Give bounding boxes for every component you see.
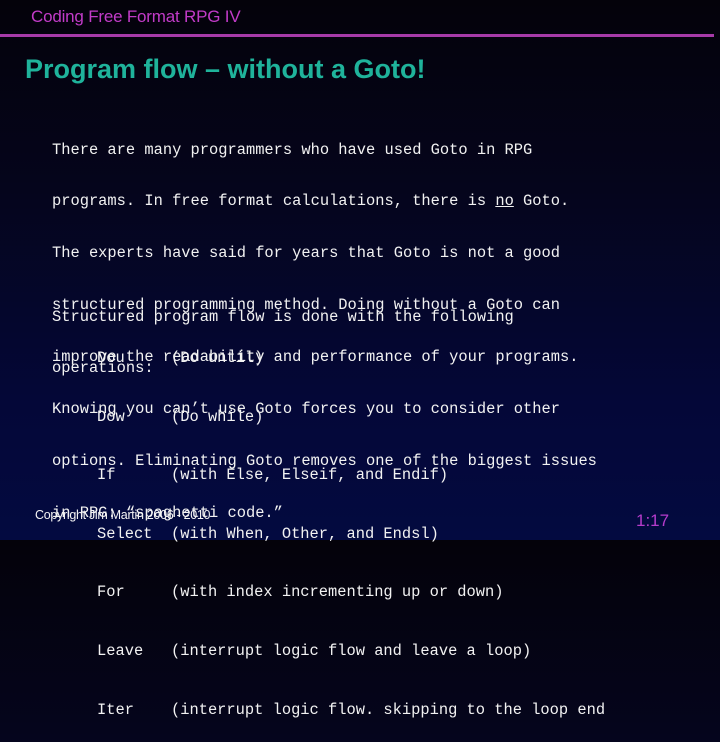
- operation-description: (interrupt logic flow. skipping to the l…: [171, 700, 606, 719]
- paragraph-line: The experts have said for years that Got…: [52, 244, 560, 263]
- operation-item: Dou (Do until): [97, 349, 605, 373]
- slide-title: Program flow – without a Goto!: [25, 54, 426, 84]
- operation-item: If (with Else, Elseif, and Endif): [97, 466, 605, 490]
- paragraph-line: programs. In free format calculations, t…: [52, 193, 597, 210]
- operation-item: Leave (interrupt logic flow and leave a l…: [97, 641, 605, 666]
- header-divider: [0, 34, 714, 37]
- emphasis-word: no: [495, 192, 514, 211]
- operation-description: (with When, Other, and Endsl): [171, 524, 439, 543]
- operation-item: Select (with When, Other, and Endsl): [97, 524, 605, 549]
- operation-keyword: If: [97, 466, 116, 485]
- operation-keyword: For: [97, 583, 125, 602]
- operation-item: For (with index incrementing up or down): [97, 584, 605, 607]
- paragraph-line-text: programs. In free format calculations, t…: [52, 192, 496, 211]
- operation-description: (interrupt logic flow and leave a loop): [171, 641, 532, 660]
- operation-item: Dow (Do while): [97, 407, 605, 432]
- paragraph-line: There are many programmers who have used…: [52, 140, 533, 159]
- operation-description: (Do until): [171, 349, 264, 367]
- operation-keyword: Iter: [97, 700, 134, 719]
- copyright-notice: Copyright Jim Martin 2006 - 2010: [35, 508, 211, 522]
- paragraph-line-tail: Goto.: [513, 192, 570, 211]
- operation-keyword: Select: [97, 524, 153, 543]
- operation-description: (Do while): [171, 407, 264, 426]
- operation-keyword: Dou: [97, 349, 125, 367]
- operation-keyword: Dow: [97, 407, 125, 426]
- header-title: Coding Free Format RPG IV: [31, 7, 241, 26]
- operation-item: Iter (interrupt logic flow. skipping to t…: [97, 700, 606, 725]
- operations-list: Dou (Do until) Dow (Do while) If (with Else…: [97, 314, 605, 742]
- operation-description: (with index incrementing up or down): [171, 583, 504, 602]
- operation-keyword: Leave: [97, 641, 144, 660]
- operation-description: (with Else, Elseif, and Endif): [171, 466, 449, 485]
- page-number: 1:17: [636, 511, 670, 530]
